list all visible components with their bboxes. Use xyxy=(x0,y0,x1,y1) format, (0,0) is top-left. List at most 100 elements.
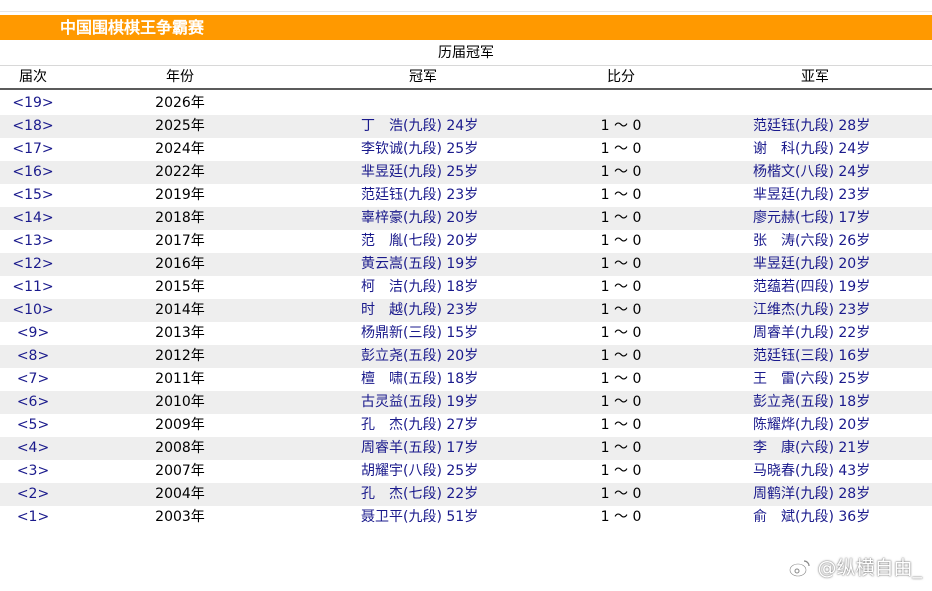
year-cell: 2013年 xyxy=(155,325,205,341)
score-cell: 1 ～ 0 xyxy=(600,279,642,295)
top-divider xyxy=(0,11,932,12)
table-row: <11> 2015年 柯 洁(九段) 18岁 1 ～ 0 范蕴若(四段) 19岁 xyxy=(0,276,932,299)
year-cell: 2014年 xyxy=(155,302,205,318)
champion-cell: 丁 浩(九段) 24岁 xyxy=(361,118,479,134)
watermark-text: @纵横自由_ xyxy=(817,557,922,579)
page-title-bar: 中国围棋棋王争霸赛 xyxy=(0,15,932,40)
year-cell: 2018年 xyxy=(155,210,205,226)
edition-cell: <7> xyxy=(16,371,50,387)
score-cell xyxy=(581,92,661,115)
champion-cell: 聂卫平(九段) 51岁 xyxy=(361,509,479,525)
runner-up-cell: 范廷钰(九段) 28岁 xyxy=(753,118,871,134)
table-header: 届次 年份 冠军 比分 亚军 xyxy=(0,66,932,88)
runner-up-cell: 陈耀烨(九段) 20岁 xyxy=(753,417,871,433)
edition-cell: <8> xyxy=(16,348,50,364)
score-cell: 1 ～ 0 xyxy=(600,325,642,341)
runner-up-cell: 芈昱廷(九段) 23岁 xyxy=(753,187,871,203)
champion-cell: 檀 啸(五段) 18岁 xyxy=(361,371,479,387)
year-cell: 2011年 xyxy=(155,371,205,387)
runner-up-cell: 彭立尧(五段) 18岁 xyxy=(753,394,871,410)
runner-up-cell: 张 涛(六段) 26岁 xyxy=(753,233,871,249)
score-cell: 1 ～ 0 xyxy=(600,440,642,456)
year-cell: 2007年 xyxy=(155,463,205,479)
year-cell: 2016年 xyxy=(155,256,205,272)
champion-cell xyxy=(361,92,521,115)
year-cell: 2026年 xyxy=(155,95,205,111)
year-cell: 2008年 xyxy=(155,440,205,456)
champion-cell: 范廷钰(九段) 23岁 xyxy=(361,187,479,203)
edition-cell: <4> xyxy=(16,440,50,456)
champion-cell: 黄云嵩(五段) 19岁 xyxy=(361,256,479,272)
table-row: <4> 2008年 周睿羊(五段) 17岁 1 ～ 0 李 康(六段) 21岁 xyxy=(0,437,932,460)
table-row: <15> 2019年 范廷钰(九段) 23岁 1 ～ 0 芈昱廷(九段) 23岁 xyxy=(0,184,932,207)
score-cell: 1 ～ 0 xyxy=(600,187,642,203)
champion-cell: 时 越(九段) 23岁 xyxy=(361,302,479,318)
year-cell: 2017年 xyxy=(155,233,205,249)
table-row: <18> 2025年 丁 浩(九段) 24岁 1 ～ 0 范廷钰(九段) 28岁 xyxy=(0,115,932,138)
year-cell: 2024年 xyxy=(155,141,205,157)
table-row: <7> 2011年 檀 啸(五段) 18岁 1 ～ 0 王 雷(六段) 25岁 xyxy=(0,368,932,391)
weibo-logo-icon xyxy=(789,560,811,577)
table-caption: 历届冠军 xyxy=(438,45,494,61)
year-cell: 2004年 xyxy=(155,486,205,502)
runner-up-cell: 周睿羊(九段) 22岁 xyxy=(753,325,871,341)
runner-up-cell: 周鹤洋(九段) 28岁 xyxy=(753,486,871,502)
score-cell: 1 ～ 0 xyxy=(600,233,642,249)
edition-cell: <15> xyxy=(12,187,54,203)
score-cell: 1 ～ 0 xyxy=(600,463,642,479)
runner-up-cell: 范廷钰(三段) 16岁 xyxy=(753,348,871,364)
edition-cell: <17> xyxy=(12,141,54,157)
edition-cell: <13> xyxy=(12,233,54,249)
runner-up-cell: 范蕴若(四段) 19岁 xyxy=(753,279,871,295)
score-cell: 1 ～ 0 xyxy=(600,141,642,157)
score-cell: 1 ～ 0 xyxy=(600,164,642,180)
table-row: <17> 2024年 李钦诚(九段) 25岁 1 ～ 0 谢 科(九段) 24岁 xyxy=(0,138,932,161)
table-body: <19> 2026年 <18> 2025年 丁 浩(九段) 24岁 1 ～ 0 范廷钰(九段… xyxy=(0,92,932,529)
champion-cell: 周睿羊(五段) 17岁 xyxy=(361,440,479,456)
year-cell: 2010年 xyxy=(155,394,205,410)
runner-up-cell: 马晓春(九段) 43岁 xyxy=(753,463,871,479)
champion-cell: 辜梓豪(九段) 20岁 xyxy=(361,210,479,226)
table-row: <12> 2016年 黄云嵩(五段) 19岁 1 ～ 0 芈昱廷(九段) 20岁 xyxy=(0,253,932,276)
table-row: <19> 2026年 xyxy=(0,92,932,115)
score-cell: 1 ～ 0 xyxy=(600,417,642,433)
page-title: 中国围棋棋王争霸赛 xyxy=(60,18,205,37)
header-edition: 届次 xyxy=(19,69,47,85)
year-cell: 2009年 xyxy=(155,417,205,433)
runner-up-cell: 廖元赫(七段) 17岁 xyxy=(753,210,871,226)
header-champion: 冠军 xyxy=(409,69,437,85)
edition-cell: <19> xyxy=(12,95,54,111)
edition-cell: <3> xyxy=(16,463,50,479)
year-cell: 2003年 xyxy=(155,509,205,525)
score-cell: 1 ～ 0 xyxy=(600,348,642,364)
score-cell: 1 ～ 0 xyxy=(600,256,642,272)
edition-cell: <16> xyxy=(12,164,54,180)
edition-cell: <14> xyxy=(12,210,54,226)
score-cell: 1 ～ 0 xyxy=(600,486,642,502)
table-row: <9> 2013年 杨鼎新(三段) 15岁 1 ～ 0 周睿羊(九段) 22岁 xyxy=(0,322,932,345)
table-row: <8> 2012年 彭立尧(五段) 20岁 1 ～ 0 范廷钰(三段) 16岁 xyxy=(0,345,932,368)
champion-cell: 胡耀宇(八段) 25岁 xyxy=(361,463,479,479)
header-runner-up: 亚军 xyxy=(801,69,829,85)
score-cell: 1 ～ 0 xyxy=(600,302,642,318)
runner-up-cell: 杨楷文(八段) 24岁 xyxy=(753,164,871,180)
year-cell: 2019年 xyxy=(155,187,205,203)
table-row: <5> 2009年 孔 杰(九段) 27岁 1 ～ 0 陈耀烨(九段) 20岁 xyxy=(0,414,932,437)
champion-cell: 范 胤(七段) 20岁 xyxy=(361,233,479,249)
header-year: 年份 xyxy=(166,69,194,85)
champion-cell: 孔 杰(七段) 22岁 xyxy=(361,486,479,502)
champion-cell: 古灵益(五段) 19岁 xyxy=(361,394,479,410)
edition-cell: <2> xyxy=(16,486,50,502)
table-row: <10> 2014年 时 越(九段) 23岁 1 ～ 0 江维杰(九段) 23岁 xyxy=(0,299,932,322)
edition-cell: <12> xyxy=(12,256,54,272)
year-cell: 2022年 xyxy=(155,164,205,180)
runner-up-cell: 芈昱廷(九段) 20岁 xyxy=(753,256,871,272)
edition-cell: <5> xyxy=(16,417,50,433)
year-cell: 2025年 xyxy=(155,118,205,134)
table-row: <6> 2010年 古灵益(五段) 19岁 1 ～ 0 彭立尧(五段) 18岁 xyxy=(0,391,932,414)
score-cell: 1 ～ 0 xyxy=(600,509,642,525)
watermark: @纵横自由_ xyxy=(789,555,922,581)
table-row: <3> 2007年 胡耀宇(八段) 25岁 1 ～ 0 马晓春(九段) 43岁 xyxy=(0,460,932,483)
table-row: <2> 2004年 孔 杰(七段) 22岁 1 ～ 0 周鹤洋(九段) 28岁 xyxy=(0,483,932,506)
year-cell: 2015年 xyxy=(155,279,205,295)
